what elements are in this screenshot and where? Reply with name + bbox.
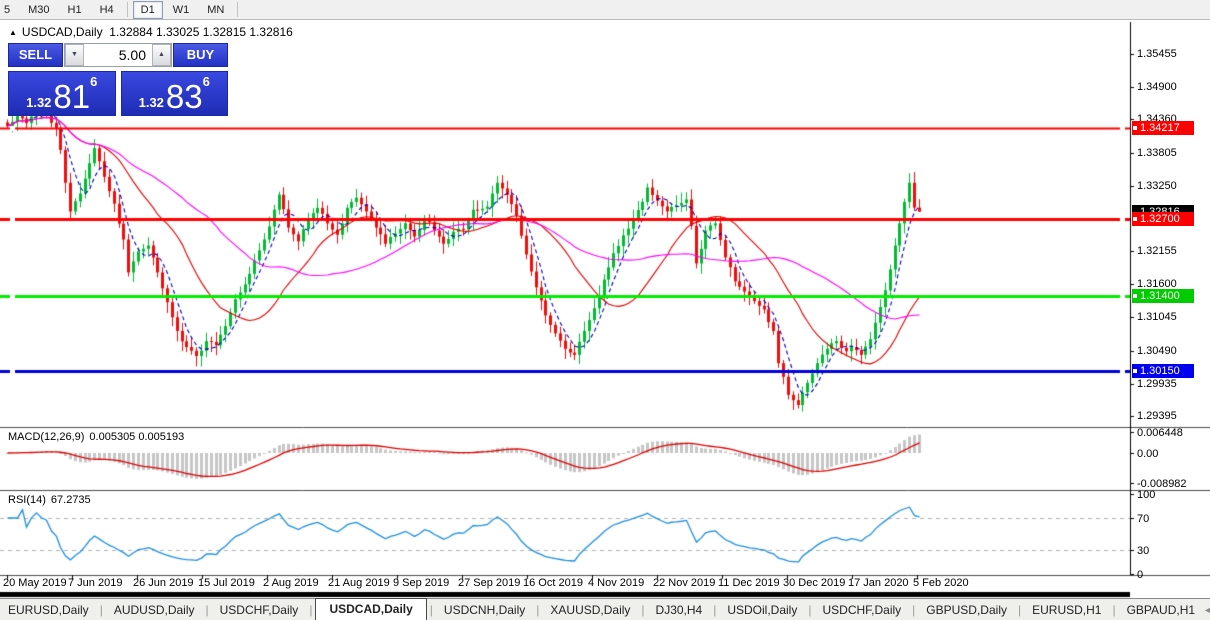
volume-spinner: ▼ ▲	[64, 43, 172, 67]
level-price-tag: 1.31400	[1132, 289, 1194, 303]
date-axis-label: 5 Feb 2020	[913, 577, 969, 589]
date-axis-label: 9 Sep 2019	[393, 577, 449, 589]
level-price-tag: 1.30150	[1132, 364, 1194, 378]
macd-indicator-label: MACD(12,26,9)0.005305 0.005193	[8, 431, 184, 443]
toolbar-separator	[127, 2, 128, 17]
timeframe-button-5[interactable]: 5	[0, 1, 18, 19]
price-axis-tick: 1.31045	[1137, 311, 1177, 323]
date-axis-label: 30 Dec 2019	[783, 577, 845, 589]
timeframe-button-w1[interactable]: W1	[165, 1, 198, 19]
date-axis-label: 15 Jul 2019	[198, 577, 255, 589]
tab-separator: |	[808, 603, 811, 617]
rsi-axis-tick: 30	[1137, 545, 1149, 557]
date-axis-label: 22 Nov 2019	[653, 577, 715, 589]
tag-notch	[1133, 217, 1137, 221]
chart-tab-eurusd-daily[interactable]: EURUSD,Daily	[0, 601, 97, 619]
date-axis-label: 16 Oct 2019	[523, 577, 583, 589]
rsi-axis-tick: 100	[1137, 489, 1155, 501]
chart-tab-usdcnh-daily[interactable]: USDCNH,Daily	[436, 601, 533, 619]
chart-tab-usdchf-daily[interactable]: USDCHF,Daily	[212, 601, 307, 619]
date-axis-label: 7 Jun 2019	[68, 577, 122, 589]
toolbar-separator	[237, 2, 238, 17]
tab-separator: |	[206, 603, 209, 617]
tab-separator: |	[536, 603, 539, 617]
one-click-trading-widget: SELL ▼ ▲ BUY 1.32 81 6 1.32 83 6	[8, 43, 228, 116]
sell-button[interactable]: SELL	[8, 43, 63, 67]
macd-axis-tick: -0.008982	[1137, 478, 1187, 490]
tag-notch	[1133, 126, 1137, 130]
collapse-trade-panel-icon[interactable]: ▲	[9, 28, 17, 37]
timeframe-button-m30[interactable]: M30	[20, 1, 57, 19]
chart-tab-gbpaud-h1[interactable]: GBPAUD,H1	[1119, 601, 1203, 619]
price-axis-tick: 1.35455	[1137, 48, 1177, 60]
volume-decrease-button[interactable]: ▼	[65, 44, 84, 66]
price-axis-tick: 1.29935	[1137, 378, 1177, 390]
bid-price-sup: 6	[90, 74, 97, 89]
timeframe-button-mn[interactable]: MN	[199, 1, 232, 19]
date-axis-label: 4 Nov 2019	[588, 577, 644, 589]
ask-price-big: 83	[166, 82, 203, 112]
bid-price-box[interactable]: 1.32 81 6	[8, 71, 116, 116]
timeframe-button-h1[interactable]: H1	[60, 1, 90, 19]
price-axis-tick: 1.33805	[1137, 147, 1177, 159]
rsi-indicator-label: RSI(14)67.2735	[8, 494, 91, 506]
mt4-window: 5M30H1H4 D1W1MN ▲ USDCAD,Daily 1.32884 1.3…	[0, 0, 1210, 620]
tab-separator: |	[1018, 603, 1021, 617]
date-axis-label: 2 Aug 2019	[263, 577, 319, 589]
tab-separator: |	[430, 603, 433, 617]
chart-symbol-label: USDCAD,Daily	[22, 25, 103, 39]
date-axis-label: 20 May 2019	[3, 577, 67, 589]
level-price-tag: 1.32700	[1132, 212, 1194, 226]
timeframe-toolbar: 5M30H1H4 D1W1MN	[0, 0, 1210, 20]
ask-price-box[interactable]: 1.32 83 6	[121, 71, 229, 116]
tab-separator: |	[100, 603, 103, 617]
tab-separator: |	[912, 603, 915, 617]
date-axis-label: 27 Sep 2019	[458, 577, 520, 589]
bid-price-big: 81	[53, 82, 90, 112]
tab-separator: |	[713, 603, 716, 617]
chart-tab-usdoil-daily[interactable]: USDOil,Daily	[719, 601, 805, 619]
rsi-value: 67.2735	[51, 494, 91, 506]
ask-price-prefix: 1.32	[139, 93, 164, 112]
tab-scroll-buttons: ◄►	[1203, 605, 1210, 615]
tag-notch	[1133, 369, 1137, 373]
date-axis-label: 11 Dec 2019	[718, 577, 780, 589]
price-axis-tick: 1.34900	[1137, 81, 1177, 93]
chart-tab-dj30-h4[interactable]: DJ30,H4	[648, 601, 711, 619]
level-price-tag: 1.34217	[1132, 121, 1194, 135]
macd-axis-tick: 0.00	[1137, 448, 1158, 460]
tag-notch	[1133, 294, 1137, 298]
price-axis-tick: 1.30490	[1137, 345, 1177, 357]
timeframe-button-d1[interactable]: D1	[133, 1, 163, 19]
tab-separator: |	[309, 603, 312, 617]
chart-tab-eurusd-h1[interactable]: EURUSD,H1	[1024, 601, 1109, 619]
rsi-axis-tick: 70	[1137, 513, 1149, 525]
chart-ohlc-values: 1.32884 1.33025 1.32815 1.32816	[109, 25, 293, 39]
rsi-axis-tick: 0	[1137, 569, 1143, 581]
price-axis-tick: 1.32155	[1137, 245, 1177, 257]
chart-tab-xauusd-daily[interactable]: XAUUSD,Daily	[542, 601, 638, 619]
chart-tab-usdcad-daily[interactable]: USDCAD,Daily	[315, 598, 426, 620]
date-axis-label: 21 Aug 2019	[328, 577, 390, 589]
chart-tab-gbpusd-daily[interactable]: GBPUSD,Daily	[918, 601, 1015, 619]
buy-button[interactable]: BUY	[173, 43, 228, 67]
macd-axis-tick: 0.006448	[1137, 427, 1183, 439]
tab-separator: |	[1112, 603, 1115, 617]
timeframe-button-h4[interactable]: H4	[92, 1, 122, 19]
date-axis-label: 26 Jun 2019	[133, 577, 194, 589]
ask-price-sup: 6	[203, 74, 210, 89]
tab-separator: |	[641, 603, 644, 617]
chart-tab-bar: EURUSD,Daily|AUDUSD,Daily|USDCHF,Daily|U…	[0, 598, 1210, 620]
volume-increase-button[interactable]: ▲	[152, 44, 171, 66]
price-axis-tick: 1.33250	[1137, 180, 1177, 192]
tab-scroll-left-icon[interactable]: ◄	[1203, 605, 1210, 615]
bid-price-prefix: 1.32	[26, 93, 51, 112]
date-axis-label: 17 Jan 2020	[848, 577, 909, 589]
chart-title: ▲ USDCAD,Daily 1.32884 1.33025 1.32815 1.…	[9, 25, 293, 39]
chart-tab-audusd-daily[interactable]: AUDUSD,Daily	[106, 601, 203, 619]
chart-tab-usdchf-daily[interactable]: USDCHF,Daily	[814, 601, 909, 619]
price-axis-tick: 1.29395	[1137, 410, 1177, 422]
volume-input[interactable]	[84, 44, 152, 66]
macd-values: 0.005305 0.005193	[89, 431, 184, 443]
